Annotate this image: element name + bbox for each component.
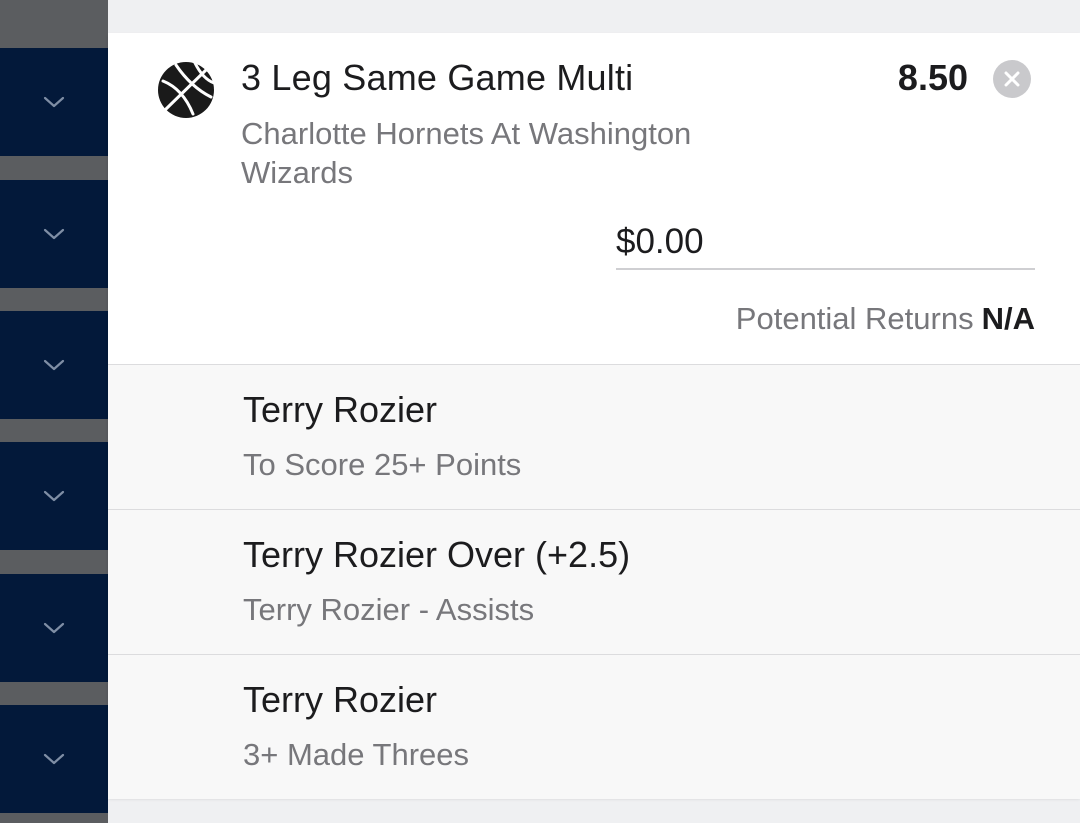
leg-item: Terry Rozier To Score 25+ Points (108, 365, 1080, 510)
leg-selection: Terry Rozier (243, 679, 438, 720)
potential-returns: Potential Returns N/A (736, 301, 1035, 337)
leg-selection: Terry Rozier (243, 389, 438, 430)
leg-item: Terry Rozier 3+ Made Threes (108, 655, 1080, 799)
event-name: Charlotte Hornets At Washington Wizards (241, 116, 692, 190)
sidebar (0, 0, 108, 823)
sidebar-expand-button[interactable] (0, 311, 108, 419)
chevron-down-icon (43, 359, 65, 371)
sidebar-expand-button[interactable] (0, 442, 108, 550)
potential-returns-value: N/A (981, 301, 1035, 336)
leg-item: Terry Rozier Over (+2.5) Terry Rozier - … (108, 510, 1080, 655)
sidebar-expand-button[interactable] (0, 574, 108, 682)
leg-selection: Terry Rozier Over (+2.5) (243, 534, 631, 575)
chevron-down-icon (43, 228, 65, 240)
potential-returns-label: Potential Returns (735, 301, 974, 336)
leg-market: To Score 25+ Points (243, 447, 522, 482)
basketball-icon (158, 61, 215, 118)
bet-title: 3 Leg Same Game Multi (241, 57, 634, 98)
chevron-down-icon (43, 96, 65, 108)
sidebar-expand-button[interactable] (0, 180, 108, 288)
leg-market: 3+ Made Threes (243, 737, 470, 772)
sidebar-expand-button[interactable] (0, 705, 108, 813)
remove-bet-button[interactable] (993, 60, 1031, 98)
bet-summary: 3 Leg Same Game Multi 8.50 Charlotte Hor… (108, 33, 1080, 365)
chevron-down-icon (43, 622, 65, 634)
stake-input[interactable] (616, 216, 1035, 270)
leg-market: Terry Rozier - Assists (243, 592, 535, 627)
chevron-down-icon (43, 490, 65, 502)
sidebar-expand-button[interactable] (0, 48, 108, 156)
chevron-down-icon (43, 753, 65, 765)
bet-slip-card: 3 Leg Same Game Multi 8.50 Charlotte Hor… (108, 33, 1080, 799)
bet-odds: 8.50 (897, 57, 968, 98)
close-icon (1004, 71, 1020, 87)
